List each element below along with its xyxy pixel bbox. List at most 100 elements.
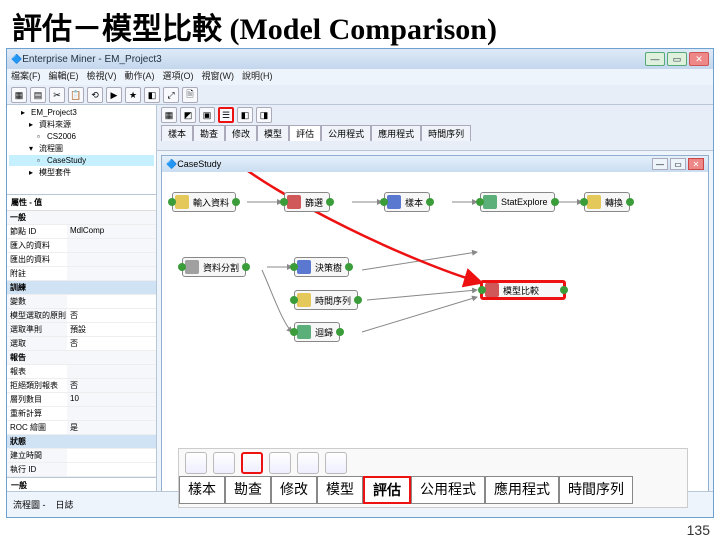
status-value: 日誌 — [56, 498, 74, 511]
bottom-tool-icon[interactable] — [185, 452, 207, 474]
tree-item: ▸資料來源 — [9, 118, 154, 131]
bottom-tab-row: 樣本 勘查 修改 模型 評估 公用程式 應用程式 時間序列 — [179, 476, 687, 504]
node-tab[interactable]: 模型 — [257, 125, 289, 141]
tree-item: ▸EM_Project3 — [9, 107, 154, 118]
prop-val[interactable] — [67, 463, 156, 477]
tree-item: ▾流程圖 — [9, 142, 154, 155]
menu-window[interactable]: 視窗(W) — [202, 69, 235, 85]
prop-val[interactable]: 否 — [67, 379, 156, 393]
toolbar-btn[interactable]: ◧ — [144, 87, 160, 103]
bottom-tab[interactable]: 勘查 — [225, 476, 271, 504]
bottom-tool-icon-highlighted[interactable] — [241, 452, 263, 474]
node-sample[interactable]: 樣本 — [384, 192, 430, 212]
node-tool-btn[interactable]: ◨ — [256, 107, 272, 123]
diagram-maximize-btn[interactable]: ▭ — [670, 158, 686, 170]
diagram-minimize-btn[interactable]: — — [652, 158, 668, 170]
diagram-icon: ▫ — [37, 156, 47, 165]
close-button[interactable]: ✕ — [689, 52, 709, 66]
node-tab[interactable]: 公用程式 — [321, 125, 371, 141]
minimize-button[interactable]: — — [645, 52, 665, 66]
prop-val[interactable]: 預設 — [67, 323, 156, 337]
prop-section-report: 報告 — [7, 351, 156, 365]
bottom-tab[interactable]: 修改 — [271, 476, 317, 504]
bottom-tool-icon[interactable] — [213, 452, 235, 474]
prop-val[interactable] — [67, 253, 156, 267]
toolbar-btn[interactable]: 🗎 — [182, 87, 198, 103]
node-tool-btn[interactable]: ▦ — [161, 107, 177, 123]
prop-val[interactable]: MdlComp — [67, 225, 156, 239]
bottom-tab[interactable]: 樣本 — [179, 476, 225, 504]
node-partition[interactable]: 資料分割 — [182, 257, 246, 277]
toolbar-btn[interactable]: ▶ — [106, 87, 122, 103]
menu-help[interactable]: 說明(H) — [242, 69, 273, 85]
prop-val[interactable]: 否 — [67, 309, 156, 323]
bottom-tab[interactable]: 公用程式 — [411, 476, 485, 504]
prop-val[interactable] — [67, 267, 156, 281]
node-tab[interactable]: 勘查 — [193, 125, 225, 141]
left-panel: ▸EM_Project3 ▸資料來源 ▫CS2006 ▾流程圖 ▫CaseStu… — [7, 105, 157, 517]
prop-val[interactable] — [67, 407, 156, 421]
diagram-close-btn[interactable]: ✕ — [688, 158, 704, 170]
bottom-tool-icon[interactable] — [269, 452, 291, 474]
menu-view[interactable]: 檢視(V) — [87, 69, 117, 85]
maximize-button[interactable]: ▭ — [667, 52, 687, 66]
node-regression[interactable]: 迴歸 — [294, 322, 340, 342]
diagram-icon: 🔷 — [166, 159, 177, 170]
prop-val[interactable] — [67, 295, 156, 309]
bottom-tab-highlighted[interactable]: 評估 — [363, 476, 411, 504]
node-tab[interactable]: 時間序列 — [421, 125, 471, 141]
bottom-tool-icon[interactable] — [325, 452, 347, 474]
prop-val[interactable] — [67, 449, 156, 463]
toolbar-btn[interactable]: ✂ — [49, 87, 65, 103]
node-model-compare[interactable]: 模型比較 — [480, 280, 566, 300]
menu-options[interactable]: 選項(O) — [163, 69, 194, 85]
toolbar-btn[interactable]: ▤ — [30, 87, 46, 103]
tree-item-selected: ▫CaseStudy — [9, 155, 154, 166]
prop-key: 建立時間 — [7, 449, 67, 463]
menu-edit[interactable]: 編輯(E) — [49, 69, 79, 85]
node-statexplore[interactable]: StatExplore — [480, 192, 555, 212]
node-tab[interactable]: 修改 — [225, 125, 257, 141]
menu-file[interactable]: 檔案(F) — [11, 69, 41, 85]
bottom-tab[interactable]: 模型 — [317, 476, 363, 504]
prop-section-general: 一般 — [7, 211, 156, 225]
data-icon: ▫ — [37, 132, 47, 141]
node-transform[interactable]: 轉換 — [584, 192, 630, 212]
project-tree[interactable]: ▸EM_Project3 ▸資料來源 ▫CS2006 ▾流程圖 ▫CaseStu… — [7, 105, 156, 195]
node-timeseries[interactable]: 時間序列 — [294, 290, 358, 310]
folder-icon: ▸ — [29, 168, 39, 177]
bottom-toolbar: 樣本 勘查 修改 模型 評估 公用程式 應用程式 時間序列 — [178, 448, 688, 508]
bottom-tab[interactable]: 時間序列 — [559, 476, 633, 504]
node-tool-btn[interactable]: ◧ — [237, 107, 253, 123]
toolbar-btn[interactable]: ⟲ — [87, 87, 103, 103]
properties-title: 屬性 - 值 — [7, 195, 156, 211]
prop-val[interactable]: 10 — [67, 393, 156, 407]
node-input-data[interactable]: 輸入資料 — [172, 192, 236, 212]
prop-val[interactable] — [67, 365, 156, 379]
prop-val[interactable] — [67, 239, 156, 253]
menubar: 檔案(F) 編輯(E) 檢視(V) 動作(A) 選項(O) 視窗(W) 說明(H… — [7, 69, 713, 85]
node-tab[interactable]: 應用程式 — [371, 125, 421, 141]
node-tabs: 樣本 勘查 修改 模型 評估 公用程式 應用程式 時間序列 — [161, 125, 709, 141]
menu-action[interactable]: 動作(A) — [125, 69, 155, 85]
node-tab[interactable]: 樣本 — [161, 125, 193, 141]
prop-key: 模型選取的原則 — [7, 309, 67, 323]
prop-key: 選取準則 — [7, 323, 67, 337]
tree-item: ▸模型套件 — [9, 166, 154, 179]
node-tab-active[interactable]: 評估 — [289, 125, 321, 141]
bottom-tab[interactable]: 應用程式 — [485, 476, 559, 504]
node-decisiontree[interactable]: 決策樹 — [294, 257, 349, 277]
prop-val[interactable]: 否 — [67, 337, 156, 351]
prop-val[interactable]: 是 — [67, 421, 156, 435]
toolbar-btn[interactable]: ⤢ — [163, 87, 179, 103]
bottom-tool-icon[interactable] — [297, 452, 319, 474]
prop-key: 附註 — [7, 267, 67, 281]
toolbar-btn[interactable]: ★ — [125, 87, 141, 103]
node-tool-btn[interactable]: ◩ — [180, 107, 196, 123]
prop-key: 匯入的資料 — [7, 239, 67, 253]
toolbar-btn[interactable]: 📋 — [68, 87, 84, 103]
toolbar-btn[interactable]: ▦ — [11, 87, 27, 103]
model-compare-tool-btn[interactable]: ☰ — [218, 107, 234, 123]
node-tool-btn[interactable]: ▣ — [199, 107, 215, 123]
node-filter[interactable]: 篩選 — [284, 192, 330, 212]
